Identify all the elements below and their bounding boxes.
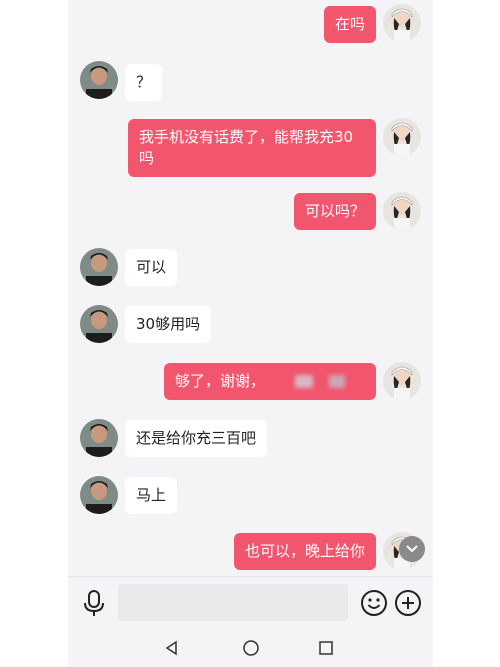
message-bubble-received[interactable]: 可以: [125, 249, 178, 286]
nav-recent-icon[interactable]: [318, 640, 334, 656]
redacted-blur: [329, 375, 346, 388]
contact-avatar[interactable]: [80, 61, 118, 99]
message-text: 够了，谢谢，: [175, 372, 266, 390]
message-bubble-received[interactable]: 30够用吗: [125, 306, 212, 343]
message-bubble-received[interactable]: 还是给你充三百吧: [125, 420, 268, 457]
message-bubble-sent[interactable]: 在吗: [323, 6, 376, 43]
my-avatar[interactable]: [383, 192, 421, 230]
my-avatar[interactable]: [383, 362, 421, 400]
system-nav-bar: [68, 628, 433, 667]
input-bar: [68, 576, 433, 628]
message-bubble-sent[interactable]: 也可以，晚上给你: [233, 533, 376, 570]
emoji-icon[interactable]: [360, 589, 388, 617]
plus-icon[interactable]: [394, 589, 422, 617]
scroll-down-icon[interactable]: [399, 536, 425, 562]
message-bubble-sent[interactable]: 可以吗？: [293, 193, 376, 230]
nav-back-icon[interactable]: [164, 640, 180, 656]
my-avatar[interactable]: [383, 4, 421, 42]
contact-avatar[interactable]: [80, 305, 118, 343]
message-input[interactable]: [118, 584, 348, 621]
nav-home-icon[interactable]: [242, 639, 260, 657]
message-list[interactable]: 在吗 ？ 我手机没有话费了，能帮我充30吗 可以吗？ 可以 30够用吗 够了，谢…: [68, 0, 433, 575]
contact-avatar[interactable]: [80, 419, 118, 457]
message-bubble-sent[interactable]: 我手机没有话费了，能帮我充30吗: [128, 119, 376, 177]
my-avatar[interactable]: [383, 118, 421, 156]
chat-screen: 在吗 ？ 我手机没有话费了，能帮我充30吗 可以吗？ 可以 30够用吗 够了，谢…: [68, 0, 433, 667]
contact-avatar[interactable]: [80, 476, 118, 514]
microphone-icon[interactable]: [82, 589, 106, 617]
contact-avatar[interactable]: [80, 248, 118, 286]
redacted-blur: [295, 375, 314, 388]
message-bubble-received[interactable]: ？: [125, 64, 163, 101]
message-bubble-sent[interactable]: 够了，谢谢，: [164, 363, 376, 400]
message-bubble-received[interactable]: 马上: [125, 477, 178, 514]
